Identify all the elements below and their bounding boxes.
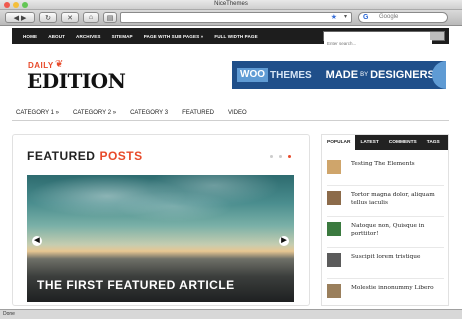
reload-button[interactable]: ↻ [39,12,57,23]
slider-dot-2[interactable] [279,155,282,158]
back-arrow-icon[interactable]: ◀ [14,14,19,22]
list-item[interactable]: Testing The Elements [327,155,444,186]
post-title[interactable]: Testing The Elements [351,160,415,168]
post-thumbnail[interactable] [327,222,341,236]
search-field[interactable]: G Google [358,12,448,23]
nav-home[interactable]: HOME [23,34,37,39]
post-thumbnail[interactable] [327,160,341,174]
close-icon: ✕ [67,14,73,22]
featured-posts-panel: FEATURED POSTS ◀ ▶ THE FIRST FEATURED ART… [12,134,310,306]
logo-edition[interactable]: EDITION [27,69,126,93]
popular-posts-list: Testing The Elements Tortor magna dolor,… [322,150,448,310]
bookmarks-icon: ▤ [106,14,114,22]
post-title[interactable]: Molestie innonummy Libero [351,284,434,292]
slide-caption[interactable]: THE FIRST FEATURED ARTICLE [37,278,235,292]
status-bar: Done [0,309,462,319]
slider-pagination [270,155,291,158]
nav-archives[interactable]: ARCHIVES [76,34,101,39]
forward-arrow-icon[interactable]: ▶ [21,14,26,22]
featured-slide[interactable]: ◀ ▶ THE FIRST FEATURED ARTICLE [27,175,294,302]
list-item[interactable]: Natoque non, Quisque in porttitor! [327,217,444,248]
back-forward-buttons[interactable]: ◀ ▶ [5,12,35,23]
featured-title: FEATURED POSTS [27,149,143,163]
reload-icon: ↻ [45,14,51,22]
nav-page-with-sub-pages[interactable]: PAGE WITH SUB PAGES » [144,34,204,39]
sidebar-tabs: POPULAR LATEST COMMENTS TAGS [322,135,448,150]
list-item[interactable]: Suscipit lorem tristique [327,248,444,279]
list-item[interactable]: Tortor magna dolor, aliquam tellus iacul… [327,186,444,217]
address-bar[interactable]: ★ ▾ [120,12,352,23]
google-icon: G [363,14,369,21]
banner-circle [432,61,446,89]
post-title[interactable]: Suscipit lorem tristique [351,253,420,261]
nav-sitemap[interactable]: SITEMAP [112,34,133,39]
window-title: NiceThemes [214,1,248,7]
nav-about[interactable]: ABOUT [48,34,65,39]
post-title[interactable]: Natoque non, Quisque in porttitor! [351,222,444,238]
list-item[interactable]: Molestie innonummy Libero [327,279,444,310]
browser-toolbar: ◀ ▶ ↻ ✕ ⌂ ▤ ★ ▾ G Google [0,10,462,26]
post-title[interactable]: Tortor magna dolor, aliquam tellus iacul… [351,191,444,207]
tab-popular[interactable]: POPULAR [322,135,356,150]
slide-image-sky [27,175,294,245]
tab-comments[interactable]: COMMENTS [384,135,422,150]
sidebar-tabs-widget: POPULAR LATEST COMMENTS TAGS Testing The… [321,134,449,306]
slider-prev-icon[interactable]: ◀ [32,236,42,246]
slider-dot-1[interactable] [270,155,273,158]
home-button[interactable]: ⌂ [83,12,99,23]
featured-title-a: FEATURED [27,149,96,163]
post-thumbnail[interactable] [327,284,341,298]
banner-themes: THEMES [270,69,312,81]
site-search-input[interactable] [324,39,432,48]
banner-made: MADE [325,69,359,81]
banner-woo: WOO [237,68,268,82]
nav-category-2[interactable]: CATEGORY 2 » [73,110,116,116]
bookmarks-button[interactable]: ▤ [103,12,117,23]
ad-banner[interactable]: WOO THEMES MADE BY DESIGNERS [232,61,446,89]
site-search [323,31,445,48]
category-navigation: CATEGORY 1 » CATEGORY 2 » CATEGORY 3 FEA… [12,105,449,121]
tab-tags[interactable]: TAGS [422,135,445,150]
search-field-placeholder: Google [379,14,399,20]
nav-featured[interactable]: FEATURED [182,110,214,116]
chevron-down-icon[interactable]: ▾ [344,13,347,20]
tab-latest[interactable]: LATEST [355,135,383,150]
post-thumbnail[interactable] [327,191,341,205]
nav-category-3[interactable]: CATEGORY 3 [130,110,168,116]
stop-button[interactable]: ✕ [61,12,79,23]
slider-dot-3[interactable] [288,155,291,158]
nav-full-width-page[interactable]: FULL WIDTH PAGE [214,34,257,39]
nav-category-1[interactable]: CATEGORY 1 » [16,110,59,116]
home-icon: ⌂ [88,14,94,21]
featured-title-b: POSTS [99,149,143,163]
banner-by: BY [360,72,369,78]
window-titlebar: NiceThemes [0,0,462,10]
banner-designers: DESIGNERS [370,69,435,81]
slider-next-icon[interactable]: ▶ [279,236,289,246]
bookmark-star-icon[interactable]: ★ [331,13,337,21]
nav-video[interactable]: VIDEO [228,110,247,116]
status-text: Done [3,311,15,317]
post-thumbnail[interactable] [327,253,341,267]
site-search-button[interactable] [430,32,444,40]
top-navigation: HOME ABOUT ARCHIVES SITEMAP PAGE WITH SU… [12,28,449,48]
